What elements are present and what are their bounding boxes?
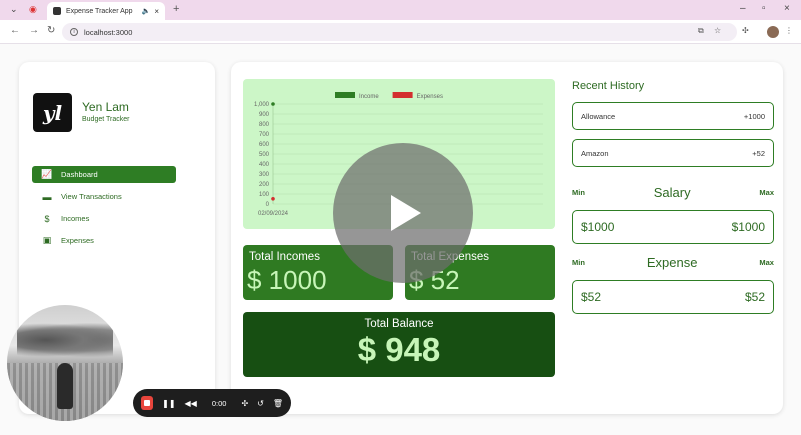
user-role: Budget Tracker xyxy=(82,116,130,123)
url-text: localhost:3000 xyxy=(84,27,133,37)
salary-max-label: Max xyxy=(759,188,774,197)
total-balance-label: Total Balance xyxy=(364,318,434,330)
y-tick-label: 900 xyxy=(259,112,270,118)
recording-time: 0:00 xyxy=(211,398,227,408)
y-tick-label: 400 xyxy=(259,162,270,168)
close-tab-icon[interactable]: × xyxy=(154,7,159,16)
minimize-icon[interactable]: – xyxy=(740,3,746,14)
browser-toolbar: ← → ↻ i localhost:3000 ⧉ ☆ ✣ ⋮ xyxy=(0,20,801,44)
webcam-trees xyxy=(17,323,113,357)
history-item-name: Amazon xyxy=(581,148,609,158)
app-favicon-icon xyxy=(53,7,61,15)
browser-tab-strip: ⌄ ◉ Expense Tracker App 🔈 × + – ▫ × xyxy=(0,0,801,20)
sidebar-item-view-transactions[interactable]: ▬ View Transactions xyxy=(32,188,176,205)
window-close-icon[interactable]: × xyxy=(784,3,790,14)
total-balance-card: Total Balance $ 948 xyxy=(243,312,555,377)
y-tick-label: 300 xyxy=(259,172,270,178)
y-tick-label: 1,000 xyxy=(254,102,270,108)
delete-icon[interactable]: 🗑 xyxy=(273,399,283,408)
y-tick-label: 100 xyxy=(259,192,270,198)
browser-menu-icon[interactable]: ⋮ xyxy=(785,26,793,35)
expense-title: Expense xyxy=(646,255,698,270)
y-tick-label: 600 xyxy=(259,142,270,148)
restore-icon[interactable]: ▫ xyxy=(762,3,766,14)
cash-icon: ▣ xyxy=(42,235,52,245)
sidebar-item-label: View Transactions xyxy=(61,192,122,201)
salary-max-value: $1000 xyxy=(731,220,765,234)
cast-icon[interactable]: ⧉ xyxy=(698,26,704,36)
stop-icon xyxy=(144,400,151,406)
webcam-bubble[interactable] xyxy=(7,305,123,421)
legend-swatch xyxy=(392,92,413,98)
sidebar-item-label: Incomes xyxy=(61,214,90,223)
sidebar-item-expenses[interactable]: ▣ Expenses xyxy=(32,232,176,249)
legend-label: Expenses xyxy=(417,94,443,100)
sidebar-item-label: Dashboard xyxy=(61,170,98,179)
address-bar[interactable]: i localhost:3000 xyxy=(62,23,737,41)
new-tab-icon[interactable]: + xyxy=(173,3,179,15)
expense-range-header: Min Expense Max xyxy=(572,255,774,270)
expense-min-value: $52 xyxy=(581,290,602,304)
recorder-control-bar: ❚❚ ◀◀ 0:00 ✣ ↺ 🗑 xyxy=(133,389,291,417)
trend-chart-icon: 📈 xyxy=(41,169,53,179)
history-item-amount: +52 xyxy=(752,148,765,158)
y-tick-label: 200 xyxy=(259,182,270,188)
profile-avatar[interactable] xyxy=(767,26,779,38)
history-item-amount: +1000 xyxy=(743,111,765,121)
total-balance-value: $ 948 xyxy=(357,331,441,368)
history-item[interactable]: Amazon +52 xyxy=(572,139,774,167)
salary-range-header: Min Salary Max xyxy=(572,185,774,200)
credit-card-icon: ▬ xyxy=(42,191,52,202)
site-info-icon[interactable]: i xyxy=(70,28,78,36)
legend-swatch xyxy=(335,92,355,98)
money-bag-icon: $ xyxy=(44,213,50,224)
sidebar-item-label: Expenses xyxy=(61,236,94,245)
extensions-icon[interactable]: ✣ xyxy=(742,26,749,35)
salary-min-label: Min xyxy=(572,188,585,197)
restart-icon[interactable]: ↺ xyxy=(257,399,264,408)
legend-label: Income xyxy=(359,94,379,100)
video-play-button[interactable] xyxy=(333,143,473,283)
stop-recording-button[interactable] xyxy=(141,396,154,410)
x-tick-label: 02/09/2024 xyxy=(258,211,289,217)
sidebar-menu: 📈 Dashboard ▬ View Transactions $ Income… xyxy=(32,166,176,254)
tab-title: Expense Tracker App xyxy=(66,7,133,15)
webcam-person xyxy=(57,363,73,409)
audio-icon[interactable]: 🔈 xyxy=(142,7,151,15)
salary-range-box: $1000 $1000 xyxy=(572,210,774,244)
salary-title: Salary xyxy=(653,185,691,200)
play-icon xyxy=(391,195,421,231)
reload-icon[interactable]: ↻ xyxy=(47,25,55,36)
total-incomes-value: $ 1000 xyxy=(247,265,327,295)
recent-history-title: Recent History xyxy=(572,80,645,92)
rewind-icon[interactable]: ◀◀ xyxy=(185,399,197,408)
data-point xyxy=(271,102,275,106)
salary-min-value: $1000 xyxy=(581,220,615,234)
y-tick-label: 500 xyxy=(259,152,270,158)
history-item[interactable]: Allowance +1000 xyxy=(572,102,774,130)
sidebar-item-dashboard[interactable]: 📈 Dashboard xyxy=(32,166,176,183)
user-name: Yen Lam xyxy=(82,100,129,114)
y-tick-label: 800 xyxy=(259,122,270,128)
tab-search-icon[interactable]: ⌄ xyxy=(10,4,18,15)
pause-icon[interactable]: ❚❚ xyxy=(162,399,175,408)
history-item-name: Allowance xyxy=(581,111,616,121)
total-incomes-label: Total Incomes xyxy=(249,251,320,263)
draw-tool-icon[interactable]: ✣ xyxy=(241,399,248,408)
expense-range-box: $52 $52 xyxy=(572,280,774,314)
data-point xyxy=(271,197,275,201)
back-icon[interactable]: ← xyxy=(10,25,20,36)
recording-indicator-icon: ◉ xyxy=(29,4,37,14)
user-logo: yl xyxy=(33,93,72,132)
expense-max-value: $52 xyxy=(744,290,765,304)
y-tick-label: 0 xyxy=(266,202,270,208)
browser-tab[interactable]: Expense Tracker App 🔈 × xyxy=(47,2,165,20)
y-tick-label: 700 xyxy=(259,132,270,138)
sidebar-item-incomes[interactable]: $ Incomes xyxy=(32,210,176,227)
forward-icon[interactable]: → xyxy=(29,25,39,36)
expense-max-label: Max xyxy=(759,258,774,267)
bookmark-star-icon[interactable]: ☆ xyxy=(714,26,721,35)
expense-min-label: Min xyxy=(572,258,585,267)
dashboard-main: Income Expenses 1,000 900 800 700 600 500 400 300… xyxy=(231,62,783,414)
